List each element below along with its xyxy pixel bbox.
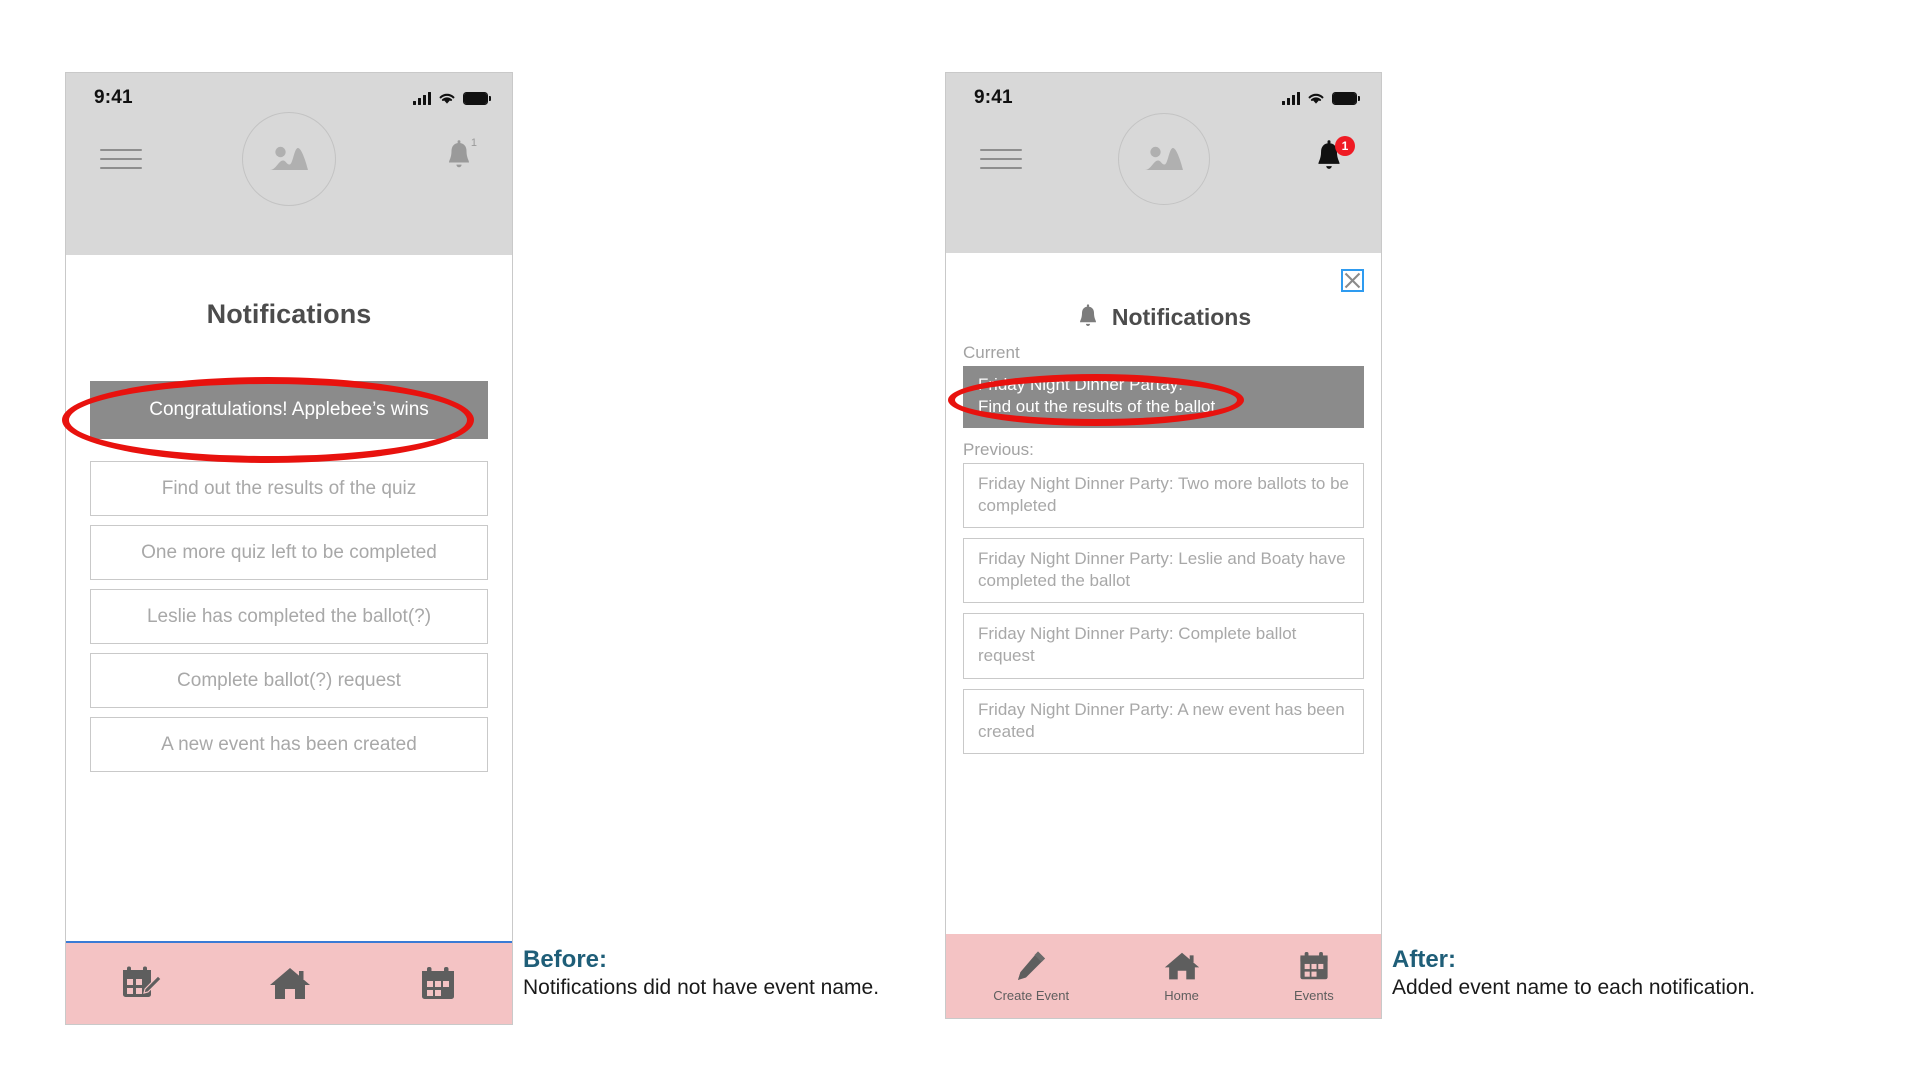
notification-item[interactable]: Leslie has completed the ballot(?) [90, 589, 488, 644]
caption-before: Before: Notifications did not have event… [523, 946, 879, 1000]
current-notification-message: Find out the results of the ballot [978, 396, 1216, 416]
nav-item-create-event[interactable]: Create Event [993, 949, 1069, 1003]
caption-after: After: Added event name to each notifica… [1392, 946, 1755, 1000]
current-section-label: Current [963, 343, 1020, 362]
current-notification-item[interactable]: Friday Night Dinner Partay: Find out the… [963, 366, 1364, 428]
phone-mockup-after: 9:41 1 Notifications Current Friday Nigh… [945, 72, 1382, 1019]
status-icons [1282, 91, 1360, 105]
nav-label: Events [1294, 987, 1334, 1003]
bottom-nav-after: Create Event Home Events [946, 934, 1381, 1018]
close-x-icon[interactable] [1341, 269, 1364, 292]
notification-item-highlighted[interactable]: Congratulations! Applebee’s wins [90, 381, 488, 439]
app-header-before: 9:41 1 [66, 73, 512, 255]
current-notification-event-name: Friday Night Dinner Partay: [978, 375, 1184, 394]
app-header-row-after: 1 [946, 113, 1381, 205]
bell-icon [1079, 304, 1096, 326]
calendar-icon [1300, 951, 1328, 979]
signal-bars-icon [413, 91, 431, 105]
caption-heading: After: [1392, 946, 1456, 973]
status-bar-before: 9:41 [66, 73, 512, 109]
image-placeholder-icon[interactable] [1117, 113, 1210, 205]
notification-item[interactable]: Friday Night Dinner Party: A new event h… [963, 688, 1364, 754]
caption-text: Added event name to each notification. [1392, 976, 1756, 999]
events-calendar-icon [422, 966, 455, 999]
bottom-nav-before [66, 941, 512, 1024]
bell-badge-before: 1 [470, 137, 477, 149]
wifi-icon [439, 93, 455, 104]
status-icons [413, 91, 491, 105]
previous-notification-list: Friday Night Dinner Party: Two more ball… [963, 463, 1364, 754]
status-time: 9:41 [94, 87, 133, 108]
home-icon [1164, 952, 1199, 979]
notifications-screen-before: Notifications Congratulations! Applebee’… [66, 255, 512, 943]
nav-item-create-event[interactable] [120, 964, 162, 1004]
notification-item[interactable]: Friday Night Dinner Party: Leslie and Bo… [963, 538, 1364, 604]
caption-text: Notifications did not have event name. [523, 976, 880, 999]
nav-item-events[interactable]: Events [1294, 950, 1334, 1003]
caption-heading: Before: [523, 946, 608, 973]
panel-title-row: Notifications [963, 253, 1364, 331]
pencil-icon [1018, 951, 1046, 980]
notification-item[interactable]: Friday Night Dinner Party: Complete ball… [963, 613, 1364, 679]
hamburger-menu-icon[interactable] [100, 149, 142, 169]
create-event-calendar-pencil-icon [122, 966, 162, 997]
phone-mockup-before: 9:41 1 Notifications Congratulations! Ap… [65, 72, 513, 1025]
notification-item[interactable]: One more quiz left to be completed [90, 525, 488, 580]
comparison-canvas: 9:41 1 Notifications Congratulations! Ap… [0, 0, 1920, 1080]
nav-item-home[interactable] [269, 965, 311, 1003]
bell-icon[interactable]: 1 [1313, 136, 1355, 179]
bell-icon[interactable]: 1 [444, 137, 478, 179]
notification-list-before: Congratulations! Applebee’s wins Find ou… [90, 381, 488, 772]
nav-label: Home [1164, 987, 1199, 1003]
app-header-after: 9:41 1 [946, 73, 1381, 253]
battery-icon [463, 91, 491, 105]
notification-item[interactable]: Find out the results of the quiz [90, 461, 488, 516]
wifi-icon [1308, 93, 1324, 104]
battery-icon [1332, 91, 1360, 105]
signal-bars-icon [1282, 91, 1300, 105]
nav-item-home[interactable]: Home [1164, 950, 1200, 1003]
panel-title: Notifications [1111, 303, 1252, 330]
image-placeholder-icon[interactable] [242, 112, 336, 206]
hamburger-menu-icon[interactable] [980, 149, 1022, 169]
notification-badge: 1 [1335, 136, 1355, 156]
app-header-row-before: 1 [66, 112, 512, 206]
home-icon [269, 967, 310, 999]
notifications-panel-after: Notifications Current Friday Night Dinne… [946, 253, 1381, 936]
notification-item[interactable]: A new event has been created [90, 717, 488, 772]
page-title: Notifications [206, 299, 372, 329]
status-time: 9:41 [974, 87, 1013, 108]
nav-item-events[interactable] [418, 965, 458, 1003]
nav-label: Create Event [993, 988, 1070, 1003]
notification-item[interactable]: Friday Night Dinner Party: Two more ball… [963, 463, 1364, 529]
previous-section-label: Previous: [963, 440, 1034, 459]
status-bar-after: 9:41 [946, 73, 1381, 109]
notification-item[interactable]: Complete ballot(?) request [90, 653, 488, 708]
